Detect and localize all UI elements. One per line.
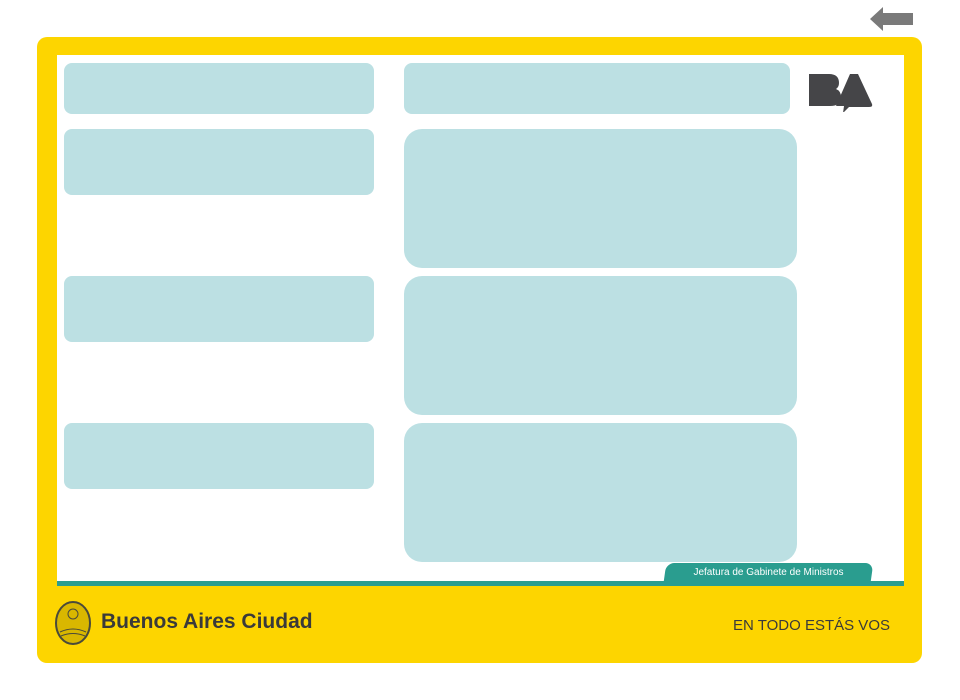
ba-logo — [806, 70, 874, 113]
city-seal-icon — [54, 600, 92, 646]
left-box-2[interactable] — [64, 129, 374, 195]
divider — [57, 581, 904, 586]
back-button[interactable] — [870, 6, 914, 32]
right-box-3[interactable] — [404, 423, 797, 562]
right-box-1[interactable] — [404, 129, 797, 268]
department-label: Jefatura de Gabinete de Ministros — [693, 567, 844, 578]
right-title-box[interactable] — [404, 63, 790, 114]
brand-name: Buenos Aires Ciudad — [101, 610, 313, 633]
left-box-4[interactable] — [64, 423, 374, 489]
slogan: EN TODO ESTÁS VOS — [733, 617, 890, 634]
left-box-3[interactable] — [64, 276, 374, 342]
left-box-1[interactable] — [64, 63, 374, 114]
right-box-2[interactable] — [404, 276, 797, 415]
arrow-left-icon — [870, 7, 913, 31]
